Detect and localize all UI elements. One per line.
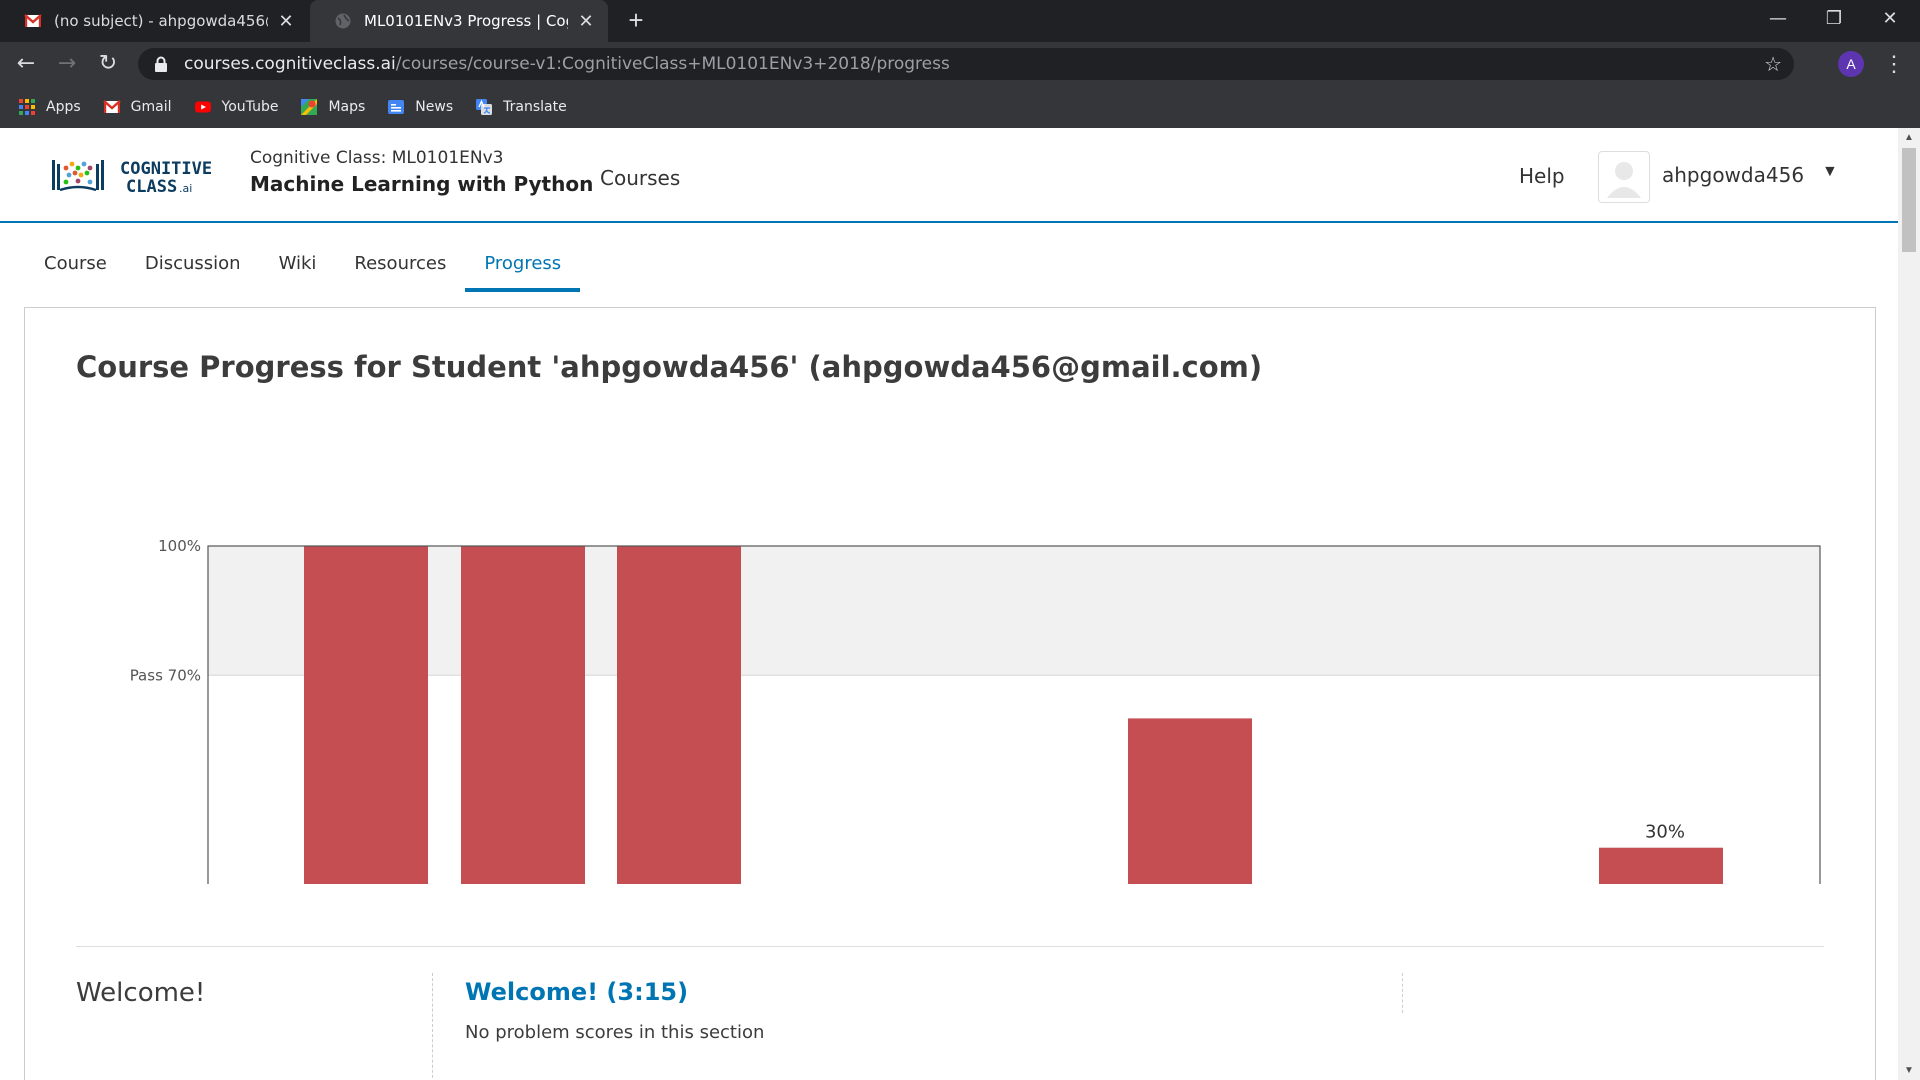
bookmark-label: YouTube: [221, 99, 279, 115]
tab-title: (no subject) - ahpgowda456@gmail.com: [54, 12, 268, 30]
globe-icon: [335, 13, 351, 29]
maps-icon: [301, 99, 318, 115]
tab-discussion[interactable]: Discussion: [126, 246, 260, 292]
restore-button[interactable]: ❐: [1806, 0, 1862, 40]
translate-icon: [476, 99, 493, 115]
gmail-icon: [102, 100, 121, 113]
caret-down-icon[interactable]: ▼: [1822, 163, 1838, 181]
default-user-icon: [1607, 162, 1641, 198]
logo-text-line2: CLASS: [126, 177, 177, 197]
close-icon[interactable]: ✕: [276, 11, 296, 32]
course-name: Machine Learning with Python: [250, 172, 594, 196]
youtube-icon: [194, 101, 211, 113]
courses-link[interactable]: Courses: [600, 166, 680, 190]
bookmark-translate[interactable]: Translate: [475, 98, 567, 116]
url-path: /courses/course-v1:CognitiveClass+ML0101…: [395, 54, 950, 74]
y-tick-label: Pass 70%: [130, 666, 201, 684]
bar-rq-02: [461, 546, 585, 977]
bar-total: [1599, 847, 1723, 977]
section-link[interactable]: Welcome! (3:15): [465, 978, 688, 1006]
scroll-down-icon[interactable]: ▼: [1904, 1065, 1914, 1076]
gmail-icon: [24, 14, 42, 27]
bookmark-label: Translate: [503, 99, 567, 115]
divider: [76, 946, 1824, 947]
close-icon[interactable]: ✕: [576, 11, 596, 32]
y-tick-label: 100%: [158, 537, 201, 555]
chapter-title: Welcome!: [76, 978, 206, 1008]
bar-rq-01: [304, 546, 428, 977]
browser-tab-strip: (no subject) - ahpgowda456@gmail.com ✕ M…: [0, 0, 1920, 42]
help-link[interactable]: Help: [1519, 164, 1565, 188]
tab-course[interactable]: Course: [25, 246, 126, 292]
page-viewport: COGNITIVE CLASS .ai Cognitive Class: ML0…: [0, 128, 1898, 1080]
user-menu[interactable]: ahpgowda456 ▼: [1598, 151, 1852, 203]
section-separator: [1402, 973, 1403, 1013]
data-label: 30%: [1645, 822, 1685, 843]
forward-button[interactable]: →: [51, 48, 83, 80]
bar-rq-03: [617, 546, 741, 977]
progress-chart-svg: 0%Pass 70%100%RQ 01RQ 02RQ 03RQ 04RQ 05R…: [130, 537, 1821, 1040]
bookmark-label: Maps: [328, 99, 366, 115]
tab-title: ML0101ENv3 Progress | Cognitive Class: [364, 12, 568, 30]
bookmark-star-icon[interactable]: ☆: [1764, 52, 1782, 76]
page-title: Course Progress for Student 'ahpgowda456…: [76, 350, 1263, 384]
browser-tab-progress[interactable]: ML0101ENv3 Progress | Cognitive Class ✕: [310, 0, 608, 42]
bookmark-label: Gmail: [130, 99, 172, 115]
bookmark-apps[interactable]: Apps: [18, 98, 81, 116]
username: ahpgowda456: [1662, 163, 1805, 187]
news-icon: [388, 100, 405, 114]
reload-button[interactable]: ↻: [92, 48, 124, 80]
browser-tab-gmail[interactable]: (no subject) - ahpgowda456@gmail.com ✕: [0, 0, 308, 42]
scroll-up-icon[interactable]: ▲: [1904, 132, 1914, 143]
browser-toolbar: ← → ↻ courses.cognitiveclass.ai/courses/…: [0, 42, 1920, 86]
course-tabs: Course Discussion Wiki Resources Progres…: [25, 246, 581, 292]
apps-grid-icon: [19, 99, 35, 115]
lock-icon: [155, 56, 167, 72]
course-org: Cognitive Class: ML0101ENv3: [250, 148, 504, 168]
minimize-button[interactable]: —: [1750, 0, 1806, 40]
bar-rq-avg: [1128, 718, 1252, 977]
profile-avatar[interactable]: A: [1838, 51, 1864, 77]
bookmark-label: News: [415, 99, 454, 115]
logo-text-suffix: .ai: [179, 182, 192, 195]
bookmark-maps[interactable]: Maps: [300, 98, 365, 116]
url-host: courses.cognitiveclass.ai: [184, 54, 396, 74]
avatar[interactable]: [1598, 151, 1650, 203]
bookmark-youtube[interactable]: YouTube: [194, 98, 279, 116]
address-bar[interactable]: courses.cognitiveclass.ai/courses/course…: [138, 48, 1794, 80]
bookmark-gmail[interactable]: Gmail: [102, 98, 172, 116]
progress-chart: 0%Pass 70%100%RQ 01RQ 02RQ 03RQ 04RQ 05R…: [110, 404, 1830, 1040]
vertical-scrollbar[interactable]: ▲ ▼: [1898, 128, 1920, 1080]
browser-menu-icon[interactable]: ⋮: [1880, 48, 1908, 80]
pass-band: [208, 546, 1820, 676]
scrollbar-thumb[interactable]: [1902, 148, 1916, 252]
bookmark-label: Apps: [46, 99, 81, 115]
tab-resources[interactable]: Resources: [335, 246, 465, 292]
bookmark-news[interactable]: News: [387, 98, 453, 116]
logo-text-line1: COGNITIVE: [120, 159, 212, 179]
close-window-button[interactable]: ✕: [1862, 0, 1918, 40]
section-note: No problem scores in this section: [465, 1022, 765, 1043]
back-button[interactable]: ←: [10, 48, 42, 80]
chapter-separator: [432, 973, 433, 1080]
new-tab-button[interactable]: +: [620, 6, 652, 36]
bookmarks-bar: Apps Gmail YouTube Maps News Translate: [0, 86, 1920, 128]
tab-wiki[interactable]: Wiki: [260, 246, 336, 292]
tab-progress[interactable]: Progress: [465, 246, 581, 292]
site-header: COGNITIVE CLASS .ai Cognitive Class: ML0…: [0, 128, 1898, 223]
cognitive-class-logo[interactable]: COGNITIVE CLASS .ai: [52, 154, 224, 198]
